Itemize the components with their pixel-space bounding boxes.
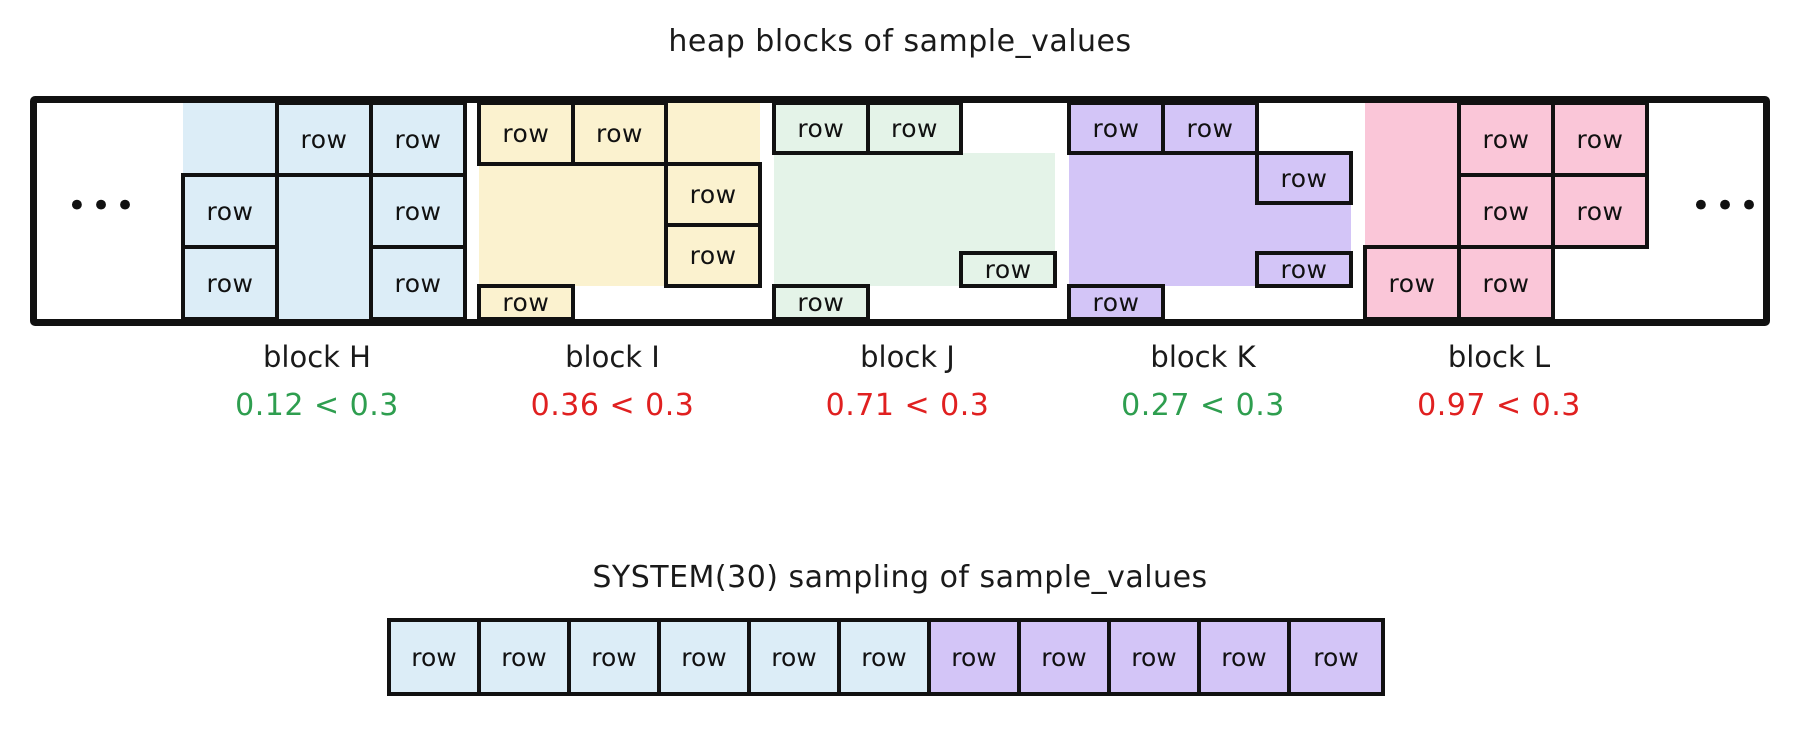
heap-row-cell: row — [275, 101, 373, 177]
block-name-K: block K — [1150, 340, 1256, 374]
block-comparison-K: 0.27 < 0.3 — [1121, 388, 1285, 423]
heap-row-cell: row — [477, 284, 575, 321]
sampled-row-cell: row — [571, 622, 661, 692]
heap-block-I: row row row row row — [477, 101, 762, 321]
block-name-H: block H — [263, 340, 371, 374]
heap-row-cell: row — [1551, 101, 1649, 177]
sampled-row-cell: row — [1111, 622, 1201, 692]
heap-row-cell: row — [1067, 101, 1165, 155]
heap-row-cell: row — [772, 284, 870, 321]
block-comparison-J: 0.71 < 0.3 — [825, 388, 990, 423]
sampled-row-cell: row — [841, 622, 931, 692]
sampled-row-cell: row — [1201, 622, 1291, 692]
heap-free-space — [961, 153, 1055, 253]
heap-row-cell: row — [181, 173, 279, 249]
caption-block-L: block L 0.97 < 0.3 — [1358, 340, 1640, 423]
heap-row-cell: row — [664, 162, 762, 227]
heap-block-H: row row row row row row — [181, 101, 467, 321]
heap-free-space — [479, 164, 667, 286]
heap-row-cell: row — [664, 223, 762, 288]
block-comparison-I: 0.36 < 0.3 — [530, 388, 695, 423]
heap-blocks-container: ••• row row row row row row row row row row row r… — [30, 96, 1770, 326]
sampled-row-cell: row — [661, 622, 751, 692]
heap-block-J: row row row row — [772, 101, 1057, 321]
heap-free-space — [1365, 103, 1459, 247]
sampled-rows-strip: row row row row row row row row row row row — [387, 618, 1385, 696]
block-name-I: block I — [565, 340, 660, 374]
sampled-row-cell: row — [391, 622, 481, 692]
heap-row-cell: row — [1363, 245, 1461, 321]
heap-row-cell: row — [772, 101, 870, 155]
sampling-diagram-title: SYSTEM(30) sampling of sample_values — [592, 560, 1208, 595]
heap-free-space — [774, 153, 962, 286]
heap-row-cell: row — [1457, 173, 1555, 249]
heap-row-cell: row — [477, 101, 575, 166]
block-gap — [1647, 103, 1661, 319]
heap-free-space — [1257, 203, 1351, 253]
heap-block-K: row row row row row — [1067, 101, 1353, 321]
heap-row-cell: row — [369, 173, 467, 249]
heap-free-space — [1069, 153, 1257, 286]
block-comparison-H: 0.12 < 0.3 — [235, 388, 399, 423]
heap-free-space — [183, 103, 277, 175]
caption-block-H: block H 0.12 < 0.3 — [176, 340, 458, 423]
sampled-row-cell: row — [1291, 622, 1381, 692]
sampled-row-cell: row — [931, 622, 1021, 692]
block-name-L: block L — [1447, 340, 1551, 374]
caption-block-K: block K 0.27 < 0.3 — [1062, 340, 1344, 423]
heap-row-cell: row — [1457, 101, 1555, 177]
heap-row-cell: row — [1255, 151, 1353, 205]
heap-row-cell: row — [1161, 101, 1259, 155]
block-name-J: block J — [860, 340, 955, 374]
heap-row-cell: row — [1551, 173, 1649, 249]
heap-row-cell: row — [570, 101, 669, 166]
heap-free-space — [277, 175, 371, 319]
sampled-row-cell: row — [481, 622, 571, 692]
heap-row-cell: row — [1457, 245, 1555, 321]
sampled-row-cell: row — [751, 622, 841, 692]
heap-diagram-title: heap blocks of sample_values — [668, 24, 1132, 59]
heap-block-L: row row row row row row — [1363, 101, 1649, 321]
heap-row-cell: row — [181, 245, 279, 321]
leading-ellipsis: ••• — [66, 185, 140, 226]
heap-row-cell: row — [1067, 284, 1165, 321]
block-comparison-L: 0.97 < 0.3 — [1417, 388, 1581, 423]
caption-block-I: block I 0.36 < 0.3 — [472, 340, 753, 423]
trailing-ellipsis: ••• — [1690, 185, 1764, 226]
heap-row-cell: row — [1255, 251, 1353, 288]
heap-row-cell: row — [369, 101, 467, 177]
sampled-row-cell: row — [1021, 622, 1111, 692]
heap-row-cell: row — [959, 251, 1057, 288]
diagram-canvas: heap blocks of sample_values ••• row row r… — [0, 0, 1800, 730]
heap-row-cell: row — [369, 245, 467, 321]
heap-free-space — [666, 103, 760, 164]
caption-block-J: block J 0.71 < 0.3 — [767, 340, 1048, 423]
heap-row-cell: row — [865, 101, 964, 155]
block-captions: block H 0.12 < 0.3 block I 0.36 < 0.3 bl… — [30, 340, 1770, 460]
